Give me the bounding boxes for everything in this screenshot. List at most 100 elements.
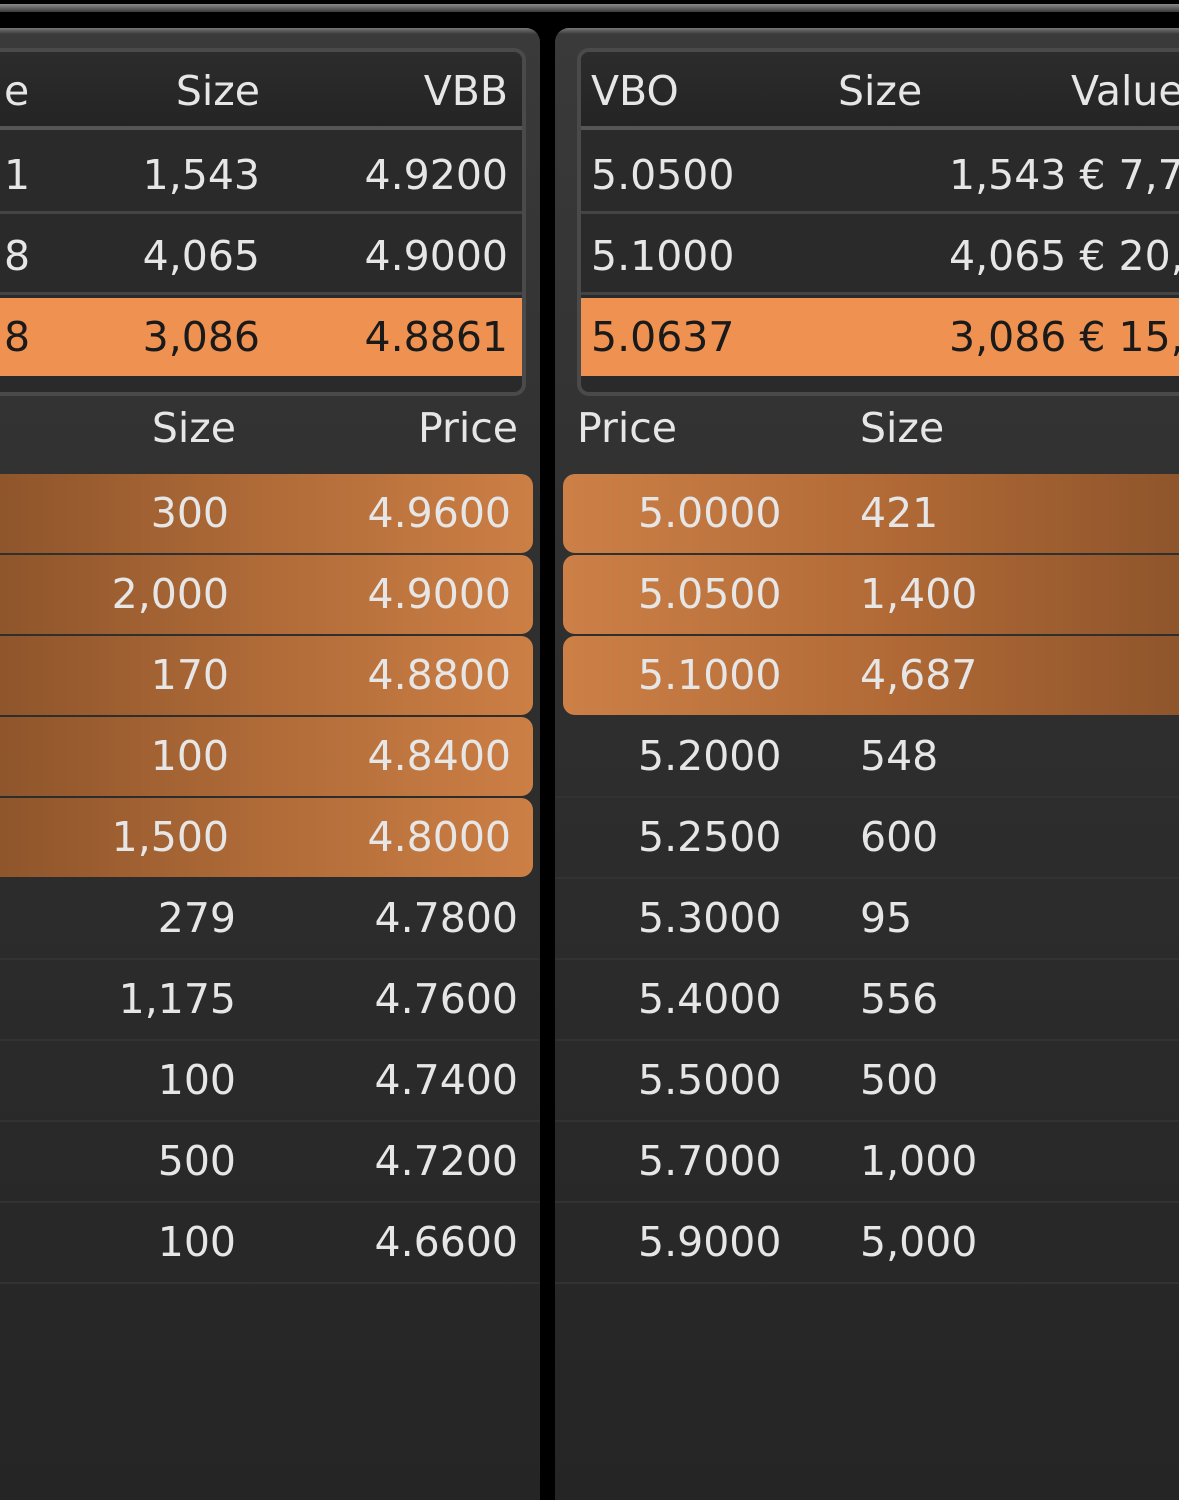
bid-row[interactable]: 100 4.8400: [0, 717, 533, 796]
bid-row[interactable]: 279 4.7800: [0, 879, 540, 960]
bid-price: 4.7800: [374, 894, 518, 942]
offer-price: 5.1000: [638, 651, 782, 699]
bid-size: 300: [150, 489, 229, 537]
col-header-partial: e: [4, 67, 30, 115]
panel-edge: [555, 28, 1179, 34]
offer-price: 5.7000: [638, 1137, 782, 1185]
offer-price: 5.0000: [638, 489, 782, 537]
col-header-size: Size: [838, 67, 923, 115]
offer-size: 548: [860, 732, 939, 780]
summary-vbb: 4.9000: [364, 232, 508, 280]
col-header-price: Price: [417, 404, 518, 452]
offer-size: 556: [860, 975, 939, 1023]
offer-book-header: Price Size: [555, 398, 1179, 458]
bid-size: 500: [157, 1137, 236, 1185]
bid-row[interactable]: 1,500 4.8000: [0, 798, 533, 877]
offer-size: 600: [860, 813, 939, 861]
bid-row[interactable]: 170 4.8800: [0, 636, 533, 715]
summary-cell: 8: [4, 232, 31, 280]
summary-size-value: 3,086 € 15,6: [949, 313, 1179, 361]
bid-price: 4.6600: [374, 1218, 518, 1266]
summary-vbo: 5.1000: [591, 232, 735, 280]
offer-row[interactable]: 5.9000 5,000: [555, 1203, 1179, 1284]
bid-summary-row[interactable]: 1 1,543 4.9200: [0, 136, 522, 214]
bid-size: 279: [157, 894, 236, 942]
offer-row[interactable]: 5.2500 600: [555, 798, 1179, 879]
offer-row[interactable]: 5.0500 1,400: [563, 555, 1179, 634]
summary-size-value: 4,065 € 20,7: [949, 232, 1179, 280]
bid-size: 100: [157, 1056, 236, 1104]
summary-size-value: 1,543 € 7,79: [949, 151, 1179, 199]
bid-row[interactable]: 100 4.6600: [0, 1203, 540, 1284]
bid-price: 4.8400: [367, 732, 511, 780]
offer-size: 1,400: [860, 570, 978, 618]
offer-price: 5.9000: [638, 1218, 782, 1266]
offer-size: 500: [860, 1056, 939, 1104]
summary-vbo: 5.0637: [591, 313, 735, 361]
col-header-vbo: VBO: [591, 67, 679, 115]
bid-row[interactable]: 500 4.7200: [0, 1122, 540, 1203]
bid-price: 4.9600: [367, 489, 511, 537]
summary-cell: 1: [4, 151, 31, 199]
offer-summary-row[interactable]: 5.1000 4,065 € 20,7: [581, 217, 1179, 295]
bid-summary-table: e Size VBB 1 1,543 4.9200 8 4,065 4.9000…: [0, 48, 526, 396]
col-header-price: Price: [577, 404, 678, 452]
offer-price: 5.2500: [638, 813, 782, 861]
bid-row[interactable]: 1,175 4.7600: [0, 960, 540, 1041]
bid-size: 100: [150, 732, 229, 780]
bid-price: 4.7200: [374, 1137, 518, 1185]
bid-row[interactable]: 300 4.9600: [0, 474, 533, 553]
offer-size: 1,000: [860, 1137, 978, 1185]
offer-size: 421: [860, 489, 939, 537]
bid-price: 4.8000: [367, 813, 511, 861]
offer-price: 5.4000: [638, 975, 782, 1023]
summary-vbo: 5.0500: [591, 151, 735, 199]
bid-size: 170: [150, 651, 229, 699]
offer-price: 5.3000: [638, 894, 782, 942]
offer-price: 5.5000: [638, 1056, 782, 1104]
offer-row[interactable]: 5.1000 4,687: [563, 636, 1179, 715]
offer-price: 5.2000: [638, 732, 782, 780]
summary-vbb: 4.9200: [364, 151, 508, 199]
bid-row[interactable]: 2,000 4.9000: [0, 555, 533, 634]
offer-row[interactable]: 5.7000 1,000: [555, 1122, 1179, 1203]
offer-row[interactable]: 5.0000 421: [563, 474, 1179, 553]
summary-size: 4,065: [142, 232, 260, 280]
offer-summary-table: VBO Size Value 5.0500 1,543 € 7,79 5.100…: [577, 48, 1179, 396]
offer-summary-row-highlighted[interactable]: 5.0637 3,086 € 15,6: [581, 298, 1179, 376]
bid-panel: e Size VBB 1 1,543 4.9200 8 4,065 4.9000…: [0, 28, 540, 1500]
bid-price: 4.7400: [374, 1056, 518, 1104]
summary-size: 1,543: [142, 151, 260, 199]
offer-row[interactable]: 5.3000 95: [555, 879, 1179, 960]
offer-panel: VBO Size Value 5.0500 1,543 € 7,79 5.100…: [555, 28, 1179, 1500]
summary-cell: 8: [4, 313, 31, 361]
col-header-value: Value: [1071, 67, 1179, 115]
offer-size: 4,687: [860, 651, 978, 699]
bid-price: 4.8800: [367, 651, 511, 699]
bid-size: 100: [157, 1218, 236, 1266]
offer-row[interactable]: 5.5000 500: [555, 1041, 1179, 1122]
col-header-size: Size: [151, 404, 236, 452]
offer-summary-row[interactable]: 5.0500 1,543 € 7,79: [581, 136, 1179, 214]
offer-row[interactable]: 5.4000 556: [555, 960, 1179, 1041]
bid-size: 1,175: [118, 975, 236, 1023]
bid-summary-header: e Size VBB: [0, 52, 522, 130]
bid-price: 4.7600: [374, 975, 518, 1023]
bid-book-header: Size Price: [0, 398, 540, 458]
summary-vbb: 4.8861: [364, 313, 508, 361]
bid-summary-row-highlighted[interactable]: 8 3,086 4.8861: [0, 298, 522, 376]
offer-row[interactable]: 5.2000 548: [555, 717, 1179, 798]
offer-size: 5,000: [860, 1218, 978, 1266]
bid-row[interactable]: 100 4.7400: [0, 1041, 540, 1122]
summary-size: 3,086: [142, 313, 260, 361]
col-header-size: Size: [175, 67, 260, 115]
top-bar: [0, 0, 1179, 28]
bid-summary-row[interactable]: 8 4,065 4.9000: [0, 217, 522, 295]
col-header-vbb: VBB: [423, 67, 508, 115]
panel-edge: [0, 28, 540, 34]
offer-size: 95: [860, 894, 913, 942]
bid-size: 2,000: [111, 570, 229, 618]
bid-size: 1,500: [111, 813, 229, 861]
bid-price: 4.9000: [367, 570, 511, 618]
offer-price: 5.0500: [638, 570, 782, 618]
